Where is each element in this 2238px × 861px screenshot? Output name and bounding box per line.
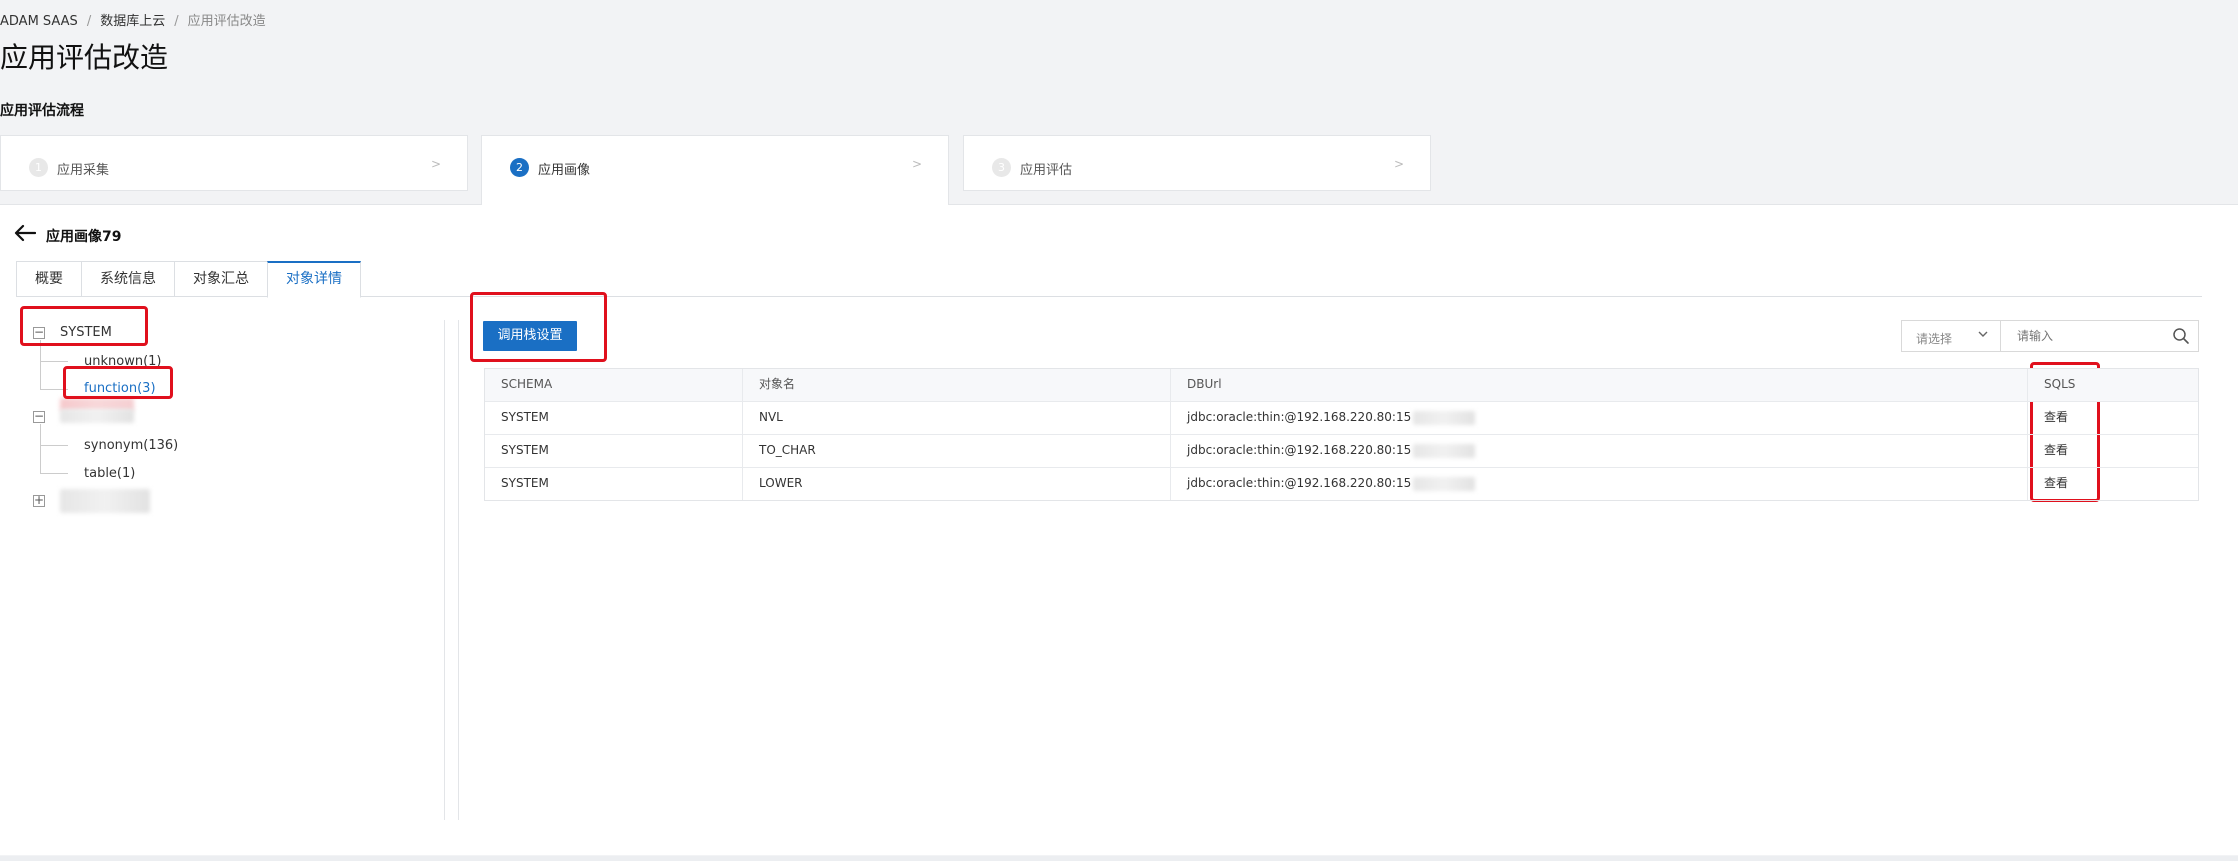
tab-system-info[interactable]: 系统信息	[81, 261, 175, 297]
redacted-tree-node[interactable]	[60, 409, 134, 423]
page-bottom-edge	[0, 856, 2238, 861]
search-icon[interactable]	[2172, 327, 2190, 349]
table-row: SYSTEM NVL jdbc:oracle:thin:@192.168.220…	[485, 402, 2198, 435]
cell-schema: SYSTEM	[485, 435, 743, 467]
view-sqls-link[interactable]: 查看	[2044, 476, 2068, 490]
column-header-dburl: DBUrl	[1171, 369, 2028, 401]
tree-node-synonym[interactable]: synonym(136)	[84, 438, 178, 453]
table-row: SYSTEM LOWER jdbc:oracle:thin:@192.168.2…	[485, 468, 2198, 500]
column-header-schema: SCHEMA	[485, 369, 743, 401]
chevron-right-icon: >	[430, 157, 441, 171]
tree-connector	[40, 473, 68, 474]
chevron-right-icon: >	[911, 157, 922, 171]
column-header-object-name: 对象名	[743, 369, 1171, 401]
step-app-profile[interactable]: 2 应用画像 >	[481, 135, 949, 205]
main-panel	[0, 204, 2238, 855]
step-app-assess[interactable]: 3 应用评估 >	[963, 135, 1431, 191]
step-number-1: 1	[29, 158, 48, 177]
redacted-text	[1413, 476, 1476, 491]
cell-object-name: LOWER	[743, 468, 1171, 500]
search-box	[2000, 320, 2199, 352]
breadcrumb-item-db-cloud[interactable]: 数据库上云	[100, 14, 165, 29]
expand-plus-icon[interactable]: +	[33, 494, 45, 507]
redacted-text	[1413, 410, 1476, 425]
select-placeholder: 请选择	[1916, 332, 1953, 346]
filter-select[interactable]: 请选择	[1901, 320, 2001, 352]
table-header-row: SCHEMA 对象名 DBUrl SQLS	[485, 369, 2198, 402]
cell-dburl: jdbc:oracle:thin:@192.168.220.80:15	[1171, 402, 2028, 434]
step-label: 应用画像	[538, 163, 591, 178]
tree-divider	[444, 320, 445, 820]
step-number-2: 2	[510, 158, 529, 177]
chevron-right-icon: >	[1393, 157, 1404, 171]
step-label: 应用采集	[57, 163, 110, 178]
step-number-3: 3	[992, 158, 1011, 177]
content-divider	[458, 320, 459, 820]
column-header-sqls: SQLS	[2044, 377, 2076, 391]
profile-title: 应用画像79	[46, 229, 122, 245]
tab-object-summary[interactable]: 对象汇总	[174, 261, 268, 297]
cell-sqls: 查看	[2028, 402, 2198, 434]
breadcrumb-separator: /	[174, 14, 179, 29]
tree-connector	[40, 445, 68, 446]
tree-connector	[40, 361, 68, 362]
view-sqls-link[interactable]: 查看	[2044, 410, 2068, 424]
tab-object-detail[interactable]: 对象详情	[267, 261, 361, 298]
tab-bar: 概要 系统信息 对象汇总 对象详情	[16, 261, 361, 298]
dburl-text: jdbc:oracle:thin:@192.168.220.80:15	[1187, 476, 1412, 490]
redacted-text	[1413, 443, 1476, 458]
table-row: SYSTEM TO_CHAR jdbc:oracle:thin:@192.168…	[485, 435, 2198, 468]
call-stack-settings-button[interactable]: 调用栈设置	[483, 321, 577, 351]
page-subtitle: 应用评估流程	[0, 103, 84, 119]
highlight-box	[20, 306, 148, 346]
view-sqls-link[interactable]: 查看	[2044, 443, 2068, 457]
dburl-text: jdbc:oracle:thin:@192.168.220.80:15	[1187, 410, 1412, 424]
tab-overview[interactable]: 概要	[16, 261, 82, 297]
breadcrumb-current: 应用评估改造	[187, 14, 266, 29]
cell-sqls: 查看	[2028, 435, 2198, 467]
back-arrow-icon[interactable]	[14, 224, 37, 247]
tree-connector	[40, 424, 41, 474]
dburl-text: jdbc:oracle:thin:@192.168.220.80:15	[1187, 443, 1412, 457]
breadcrumb-item-adam-saas[interactable]: ADAM SAAS	[0, 14, 78, 29]
cell-object-name: TO_CHAR	[743, 435, 1171, 467]
step-app-collect[interactable]: 1 应用采集 >	[0, 135, 468, 191]
page-title: 应用评估改造	[0, 41, 169, 74]
cell-schema: SYSTEM	[485, 468, 743, 500]
step-label: 应用评估	[1020, 163, 1073, 178]
cell-schema: SYSTEM	[485, 402, 743, 434]
tree-connector	[40, 340, 41, 390]
objects-table: SCHEMA 对象名 DBUrl SQLS SYSTEM NVL jdbc:or…	[484, 368, 2199, 501]
cell-sqls: 查看	[2028, 468, 2198, 500]
cell-object-name: NVL	[743, 402, 1171, 434]
cell-dburl: jdbc:oracle:thin:@192.168.220.80:15	[1171, 435, 2028, 467]
chevron-down-icon	[1976, 327, 1990, 345]
breadcrumb: ADAM SAAS / 数据库上云 / 应用评估改造	[0, 10, 266, 29]
cell-dburl: jdbc:oracle:thin:@192.168.220.80:15	[1171, 468, 2028, 500]
collapse-minus-icon[interactable]: −	[33, 410, 45, 423]
search-input[interactable]	[2015, 328, 2159, 344]
redacted-tree-node[interactable]	[60, 489, 150, 513]
tree-node-table[interactable]: table(1)	[84, 466, 135, 481]
breadcrumb-separator: /	[86, 14, 92, 29]
highlight-box	[63, 366, 173, 399]
